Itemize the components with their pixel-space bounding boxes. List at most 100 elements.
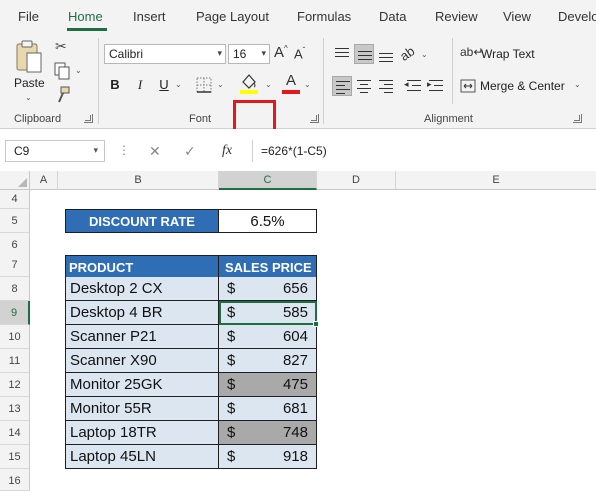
wrap-text-button[interactable]: ab↵ Wrap Text bbox=[460, 44, 580, 66]
product-cell[interactable]: Scanner P21 bbox=[65, 325, 219, 349]
clipboard-group-label: Clipboard bbox=[14, 113, 62, 125]
tab-file[interactable]: File bbox=[18, 9, 39, 24]
tab-page-layout[interactable]: Page Layout bbox=[196, 9, 269, 24]
product-cell[interactable]: Desktop 2 CX bbox=[65, 277, 219, 301]
price-cell[interactable]: $475 bbox=[219, 373, 317, 397]
row-header-7[interactable]: 7 bbox=[0, 253, 30, 277]
row-header-5[interactable]: 5 bbox=[0, 209, 30, 233]
row-header-12[interactable]: 12 bbox=[0, 373, 30, 397]
column-header-c[interactable]: C bbox=[219, 171, 317, 190]
product-cell[interactable]: Scanner X90 bbox=[65, 349, 219, 373]
cancel-icon[interactable]: ✕ bbox=[149, 143, 161, 160]
bottom-align-button[interactable] bbox=[376, 44, 396, 64]
fill-color-icon[interactable] bbox=[239, 72, 259, 96]
discount-rate-cell[interactable]: 6.5% bbox=[219, 209, 317, 233]
chevron-down-icon[interactable]: ⌄ bbox=[304, 80, 311, 89]
paste-icon bbox=[16, 40, 42, 73]
select-all-corner[interactable] bbox=[0, 171, 30, 190]
font-launcher-icon[interactable] bbox=[310, 114, 319, 123]
paste-button[interactable]: Paste ⌄ bbox=[12, 38, 46, 102]
clipboard-launcher-icon[interactable] bbox=[84, 114, 93, 123]
name-box[interactable]: C9 ▾ bbox=[5, 140, 105, 162]
insert-function-icon[interactable]: fx bbox=[222, 143, 232, 159]
column-header-a[interactable]: A bbox=[30, 171, 58, 190]
product-cell[interactable]: Desktop 4 BR bbox=[65, 301, 219, 325]
cut-icon[interactable]: ✂ bbox=[55, 38, 67, 55]
chevron-down-icon[interactable]: ⌄ bbox=[265, 80, 272, 89]
more-options-icon: ⋮ bbox=[118, 143, 130, 157]
paste-label: Paste bbox=[14, 76, 45, 90]
row-header-11[interactable]: 11 bbox=[0, 349, 30, 373]
price-cell[interactable]: $656 bbox=[219, 277, 317, 301]
row-header-16[interactable]: 16 bbox=[0, 469, 30, 491]
tab-view[interactable]: View bbox=[503, 9, 531, 24]
tab-home[interactable]: Home bbox=[68, 9, 103, 24]
row-header-14[interactable]: 14 bbox=[0, 421, 30, 445]
increase-font-size-icon[interactable]: A^ bbox=[274, 44, 288, 61]
font-color-button[interactable]: A bbox=[282, 72, 302, 96]
price-cell[interactable]: $604 bbox=[219, 325, 317, 349]
tab-insert[interactable]: Insert bbox=[133, 9, 166, 24]
row-header-10[interactable]: 10 bbox=[0, 325, 30, 349]
column-header-b[interactable]: B bbox=[58, 171, 219, 190]
borders-icon[interactable] bbox=[196, 77, 212, 93]
alignment-group-label: Alignment bbox=[424, 113, 473, 125]
decrease-font-size-icon[interactable]: Aˇ bbox=[294, 46, 305, 61]
bold-button[interactable]: B bbox=[105, 75, 125, 95]
align-right-button[interactable] bbox=[376, 76, 396, 96]
fill-color-swatch bbox=[240, 90, 258, 94]
discount-label-cell[interactable]: DISCOUNT RATE bbox=[65, 209, 219, 233]
top-align-button[interactable] bbox=[332, 44, 352, 64]
align-center-button[interactable] bbox=[354, 76, 374, 96]
active-tab-indicator bbox=[67, 28, 107, 31]
price-cell[interactable]: $827 bbox=[219, 349, 317, 373]
chevron-down-icon[interactable]: ⌄ bbox=[75, 66, 82, 75]
font-color-swatch bbox=[282, 90, 300, 94]
middle-align-button[interactable] bbox=[354, 44, 374, 64]
italic-button[interactable]: I bbox=[130, 75, 150, 95]
formula-input[interactable]: =626*(1-C5) bbox=[252, 140, 596, 162]
merge-center-button[interactable]: Merge & Center ⌄ bbox=[460, 76, 586, 98]
font-group-label: Font bbox=[189, 113, 212, 125]
column-header-e[interactable]: E bbox=[396, 171, 596, 190]
format-painter-icon[interactable] bbox=[53, 86, 71, 104]
price-cell[interactable]: $681 bbox=[219, 397, 317, 421]
row-header-4[interactable]: 4 bbox=[0, 190, 30, 209]
font-size-select[interactable]: 16 ▾ bbox=[228, 44, 270, 64]
increase-indent-button[interactable]: ▸ bbox=[426, 76, 446, 96]
ribbon-tabs: File Home Insert Page Layout Formulas Da… bbox=[0, 0, 596, 32]
chevron-down-icon: ▾ bbox=[261, 48, 266, 58]
product-header-cell[interactable]: PRODUCT bbox=[65, 255, 219, 279]
alignment-launcher-icon[interactable] bbox=[573, 114, 582, 123]
tab-formulas[interactable]: Formulas bbox=[297, 9, 351, 24]
copy-icon[interactable] bbox=[53, 62, 73, 80]
chevron-down-icon[interactable]: ⌄ bbox=[175, 80, 182, 89]
underline-button[interactable]: U bbox=[154, 75, 174, 95]
wrap-text-icon: ab↵ bbox=[460, 45, 484, 59]
row-header-13[interactable]: 13 bbox=[0, 397, 30, 421]
orientation-icon[interactable]: ab bbox=[397, 43, 417, 64]
tab-developer[interactable]: Develo bbox=[558, 9, 596, 24]
row-header-8[interactable]: 8 bbox=[0, 277, 30, 301]
tab-data[interactable]: Data bbox=[379, 9, 406, 24]
fill-handle[interactable] bbox=[313, 321, 319, 327]
price-header-cell[interactable]: SALES PRICE bbox=[219, 255, 317, 279]
row-header-15[interactable]: 15 bbox=[0, 445, 30, 469]
product-cell[interactable]: Monitor 55R bbox=[65, 397, 219, 421]
tab-review[interactable]: Review bbox=[435, 9, 478, 24]
font-name-select[interactable]: Calibri ▾ bbox=[104, 44, 226, 64]
product-cell[interactable]: Monitor 25GK bbox=[65, 373, 219, 397]
decrease-indent-button[interactable]: ◂ bbox=[404, 76, 424, 96]
enter-icon[interactable]: ✓ bbox=[184, 143, 196, 160]
align-left-button[interactable] bbox=[332, 76, 352, 96]
price-cell[interactable]: $748 bbox=[219, 421, 317, 445]
product-cell[interactable]: Laptop 18TR bbox=[65, 421, 219, 445]
chevron-down-icon: ▾ bbox=[93, 145, 98, 155]
chevron-down-icon: ⌄ bbox=[25, 93, 32, 102]
product-cell[interactable]: Laptop 45LN bbox=[65, 445, 219, 469]
chevron-down-icon[interactable]: ⌄ bbox=[421, 50, 428, 59]
price-cell[interactable]: $918 bbox=[219, 445, 317, 469]
column-header-d[interactable]: D bbox=[317, 171, 396, 190]
row-header-9[interactable]: 9 bbox=[0, 301, 30, 325]
chevron-down-icon[interactable]: ⌄ bbox=[217, 80, 224, 89]
